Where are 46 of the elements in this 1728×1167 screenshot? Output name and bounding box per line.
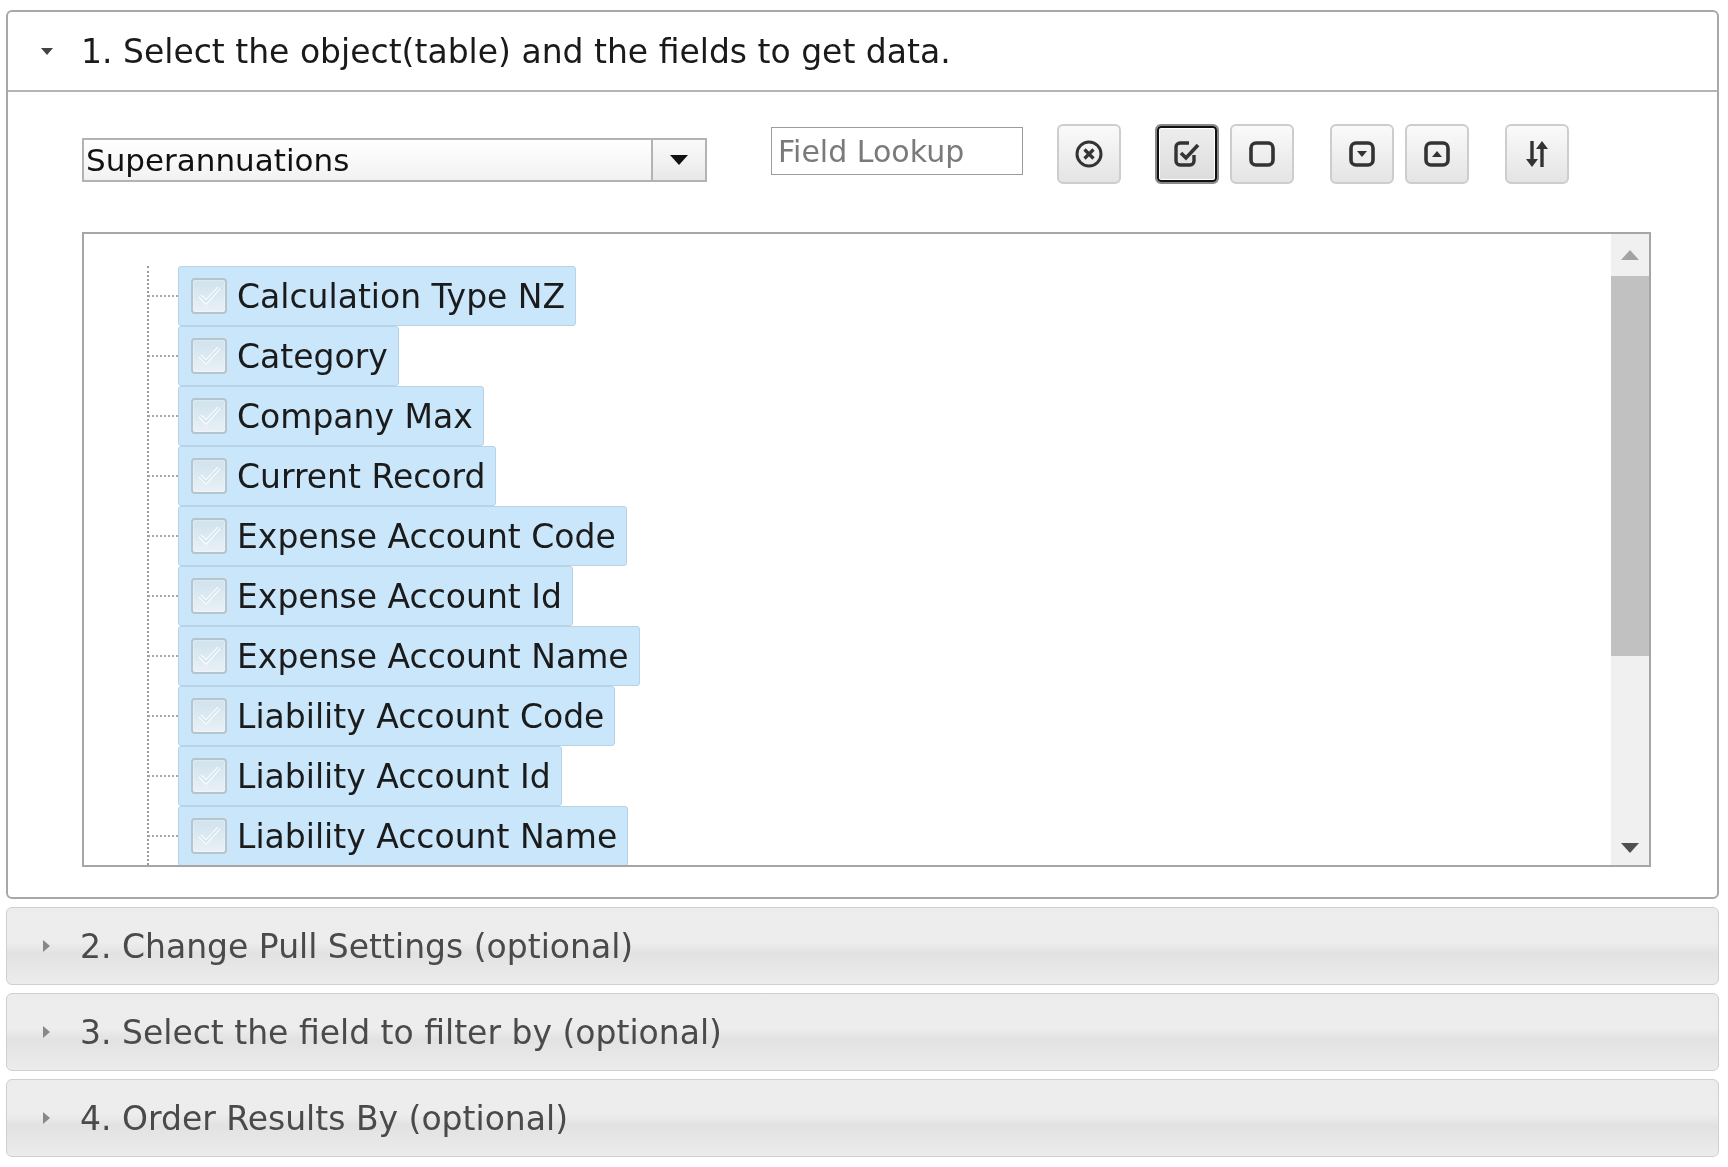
clear-icon — [1074, 139, 1104, 169]
checkbox[interactable] — [191, 578, 227, 614]
checkbox[interactable] — [191, 398, 227, 434]
field-item[interactable]: Expense Account Id — [178, 566, 573, 626]
move-up-button[interactable] — [1405, 124, 1469, 184]
field-item[interactable]: Liability Account Id — [178, 746, 562, 806]
section-title: 4. Order Results By (optional) — [80, 1098, 569, 1138]
section-header[interactable]: 1. Select the object(table) and the fields to get data. — [8, 12, 1717, 92]
uncheck-all-button[interactable] — [1230, 124, 1294, 184]
checkbox[interactable] — [191, 698, 227, 734]
object-dropdown[interactable]: Superannuations — [82, 138, 707, 182]
section-title: 2. Change Pull Settings (optional) — [80, 926, 634, 966]
check-all-button[interactable] — [1155, 124, 1219, 184]
field-item[interactable]: Calculation Type NZ — [178, 266, 577, 326]
field-item[interactable]: Current Record — [178, 446, 497, 506]
checkbox[interactable] — [191, 758, 227, 794]
dropdown-caret-icon — [670, 155, 688, 165]
scroll-down-icon — [1621, 843, 1639, 853]
field-lookup-input[interactable]: Field Lookup — [771, 127, 1023, 175]
section-header[interactable]: 4. Order Results By (optional) — [7, 1080, 1718, 1156]
scroll-up-icon — [1621, 250, 1639, 260]
scrollbar[interactable] — [1611, 234, 1649, 865]
field-item[interactable]: Liability Account Code — [178, 686, 616, 746]
field-item[interactable]: Company Max — [178, 386, 484, 446]
scrollbar-thumb[interactable] — [1611, 276, 1649, 656]
checkbox-checked-icon — [1172, 139, 1202, 169]
move-down-button[interactable] — [1330, 124, 1394, 184]
section-title: 3. Select the field to filter by (optional) — [80, 1012, 722, 1052]
sort-button[interactable] — [1505, 124, 1569, 184]
section-title: 1. Select the object(table) and the fields to get data. — [81, 31, 951, 71]
field-item[interactable]: Category — [178, 326, 399, 386]
checkbox[interactable] — [191, 518, 227, 554]
checkbox[interactable] — [191, 818, 227, 854]
field-item[interactable]: Expense Account Code — [178, 506, 627, 566]
section-header[interactable]: 2. Change Pull Settings (optional) — [7, 908, 1718, 984]
checkbox[interactable] — [191, 338, 227, 374]
checkbox[interactable] — [191, 638, 227, 674]
checkbox[interactable] — [191, 278, 227, 314]
down-box-icon — [1347, 139, 1377, 169]
clear-button[interactable] — [1057, 124, 1121, 184]
checkbox-empty-icon — [1247, 139, 1277, 169]
field-item[interactable]: Liability Account Name — [178, 806, 629, 865]
field-item[interactable]: Expense Account Name — [178, 626, 640, 686]
up-box-icon — [1422, 139, 1452, 169]
checkbox[interactable] — [191, 458, 227, 494]
section-header[interactable]: 3. Select the field to filter by (optional) — [7, 994, 1718, 1070]
